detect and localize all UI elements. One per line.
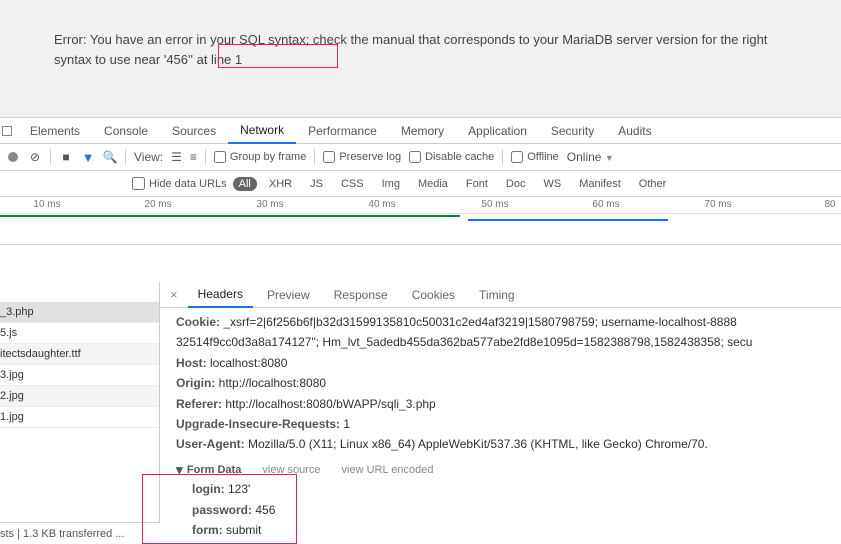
filter-icon[interactable]: ▼ <box>81 150 95 164</box>
form-key-password: password: <box>192 503 252 517</box>
separator <box>50 149 51 165</box>
offline-checkbox[interactable]: Offline <box>511 151 559 163</box>
detail-tab-timing[interactable]: Timing <box>469 282 525 308</box>
view-source-link[interactable]: view source <box>262 464 320 476</box>
view-list-icon[interactable]: ☰ <box>171 150 182 164</box>
header-val-host: localhost:8080 <box>210 356 287 370</box>
timeline-tick: 70 ms <box>704 199 731 210</box>
timeline-tick: 60 ms <box>592 199 619 210</box>
headers-content: Cookie: _xsrf=2|6f256b6f|b32d31599135810… <box>160 308 841 544</box>
header-val-cookie: _xsrf=2|6f256b6f|b32d31599135810c50031c2… <box>223 315 736 329</box>
header-val-uir: 1 <box>343 417 350 431</box>
inspect-icon[interactable] <box>2 126 12 136</box>
search-icon[interactable]: 🔍 <box>103 150 117 164</box>
filter-font[interactable]: Font <box>460 177 494 191</box>
filter-doc[interactable]: Doc <box>500 177 532 191</box>
detail-tab-cookies[interactable]: Cookies <box>402 282 465 308</box>
view-url-encoded-link[interactable]: view URL encoded <box>342 464 434 476</box>
header-key-ua: User-Agent: <box>176 437 245 451</box>
header-val-origin: http://localhost:8080 <box>219 376 326 390</box>
header-key-cookie: Cookie: <box>176 315 220 329</box>
group-by-frame-checkbox[interactable]: Group by frame <box>214 151 306 163</box>
timeline-tick: 50 ms <box>481 199 508 210</box>
clear-icon[interactable]: ⊘ <box>28 150 42 164</box>
record-icon[interactable] <box>6 150 20 164</box>
separator <box>205 149 206 165</box>
request-row[interactable]: 3.jpg <box>0 365 159 386</box>
filter-manifest[interactable]: Manifest <box>573 177 627 191</box>
request-row[interactable]: 2.jpg <box>0 386 159 407</box>
separator <box>502 149 503 165</box>
tab-memory[interactable]: Memory <box>389 118 456 144</box>
camera-icon[interactable]: ■ <box>59 150 73 164</box>
form-key-login: login: <box>192 482 225 496</box>
tab-console[interactable]: Console <box>92 118 160 144</box>
timeline-tick: 10 ms <box>33 199 60 210</box>
filter-media[interactable]: Media <box>412 177 454 191</box>
devtools-main-tabs: Elements Console Sources Network Perform… <box>0 118 841 144</box>
webpage-content: Error: You have an error in your SQL syn… <box>0 0 841 117</box>
view-label: View: <box>134 150 163 164</box>
network-timeline[interactable]: 10 ms 20 ms 30 ms 40 ms 50 ms 60 ms 70 m… <box>0 197 841 245</box>
request-list: _3.php 5.js itectsdaughter.ttf 3.jpg 2.j… <box>0 282 160 544</box>
request-row[interactable]: _3.php <box>0 302 159 323</box>
detail-tabs: × Headers Preview Response Cookies Timin… <box>160 282 841 308</box>
timeline-tick: 30 ms <box>256 199 283 210</box>
tab-network[interactable]: Network <box>228 117 296 144</box>
throttling-select[interactable]: Online ▼ <box>567 150 614 164</box>
request-row[interactable]: 1.jpg <box>0 407 159 428</box>
timeline-bar-dom <box>468 219 668 221</box>
chevron-down-icon: ▶ <box>172 467 187 474</box>
timeline-ruler <box>0 213 841 214</box>
header-val-referer: http://localhost:8080/bWAPP/sqli_3.php <box>225 397 435 411</box>
separator <box>125 149 126 165</box>
form-data-section-header[interactable]: ▶Form Data view source view URL encoded <box>176 455 841 480</box>
preserve-log-checkbox[interactable]: Preserve log <box>323 151 401 163</box>
view-waterfall-icon[interactable]: ≡ <box>190 150 197 164</box>
filter-all[interactable]: All <box>233 177 257 191</box>
timeline-tick: 20 ms <box>144 199 171 210</box>
request-row[interactable]: 5.js <box>0 323 159 344</box>
detail-tab-preview[interactable]: Preview <box>257 282 320 308</box>
header-val-cookie2: 32514f9cc0d3a8a174127"; Hm_lvt_5adedb455… <box>176 335 752 349</box>
network-split-view: _3.php 5.js itectsdaughter.ttf 3.jpg 2.j… <box>0 282 841 544</box>
filter-img[interactable]: Img <box>376 177 406 191</box>
filter-ws[interactable]: WS <box>537 177 567 191</box>
filter-other[interactable]: Other <box>633 177 673 191</box>
header-key-uir: Upgrade-Insecure-Requests: <box>176 417 340 431</box>
tab-elements[interactable]: Elements <box>18 118 92 144</box>
detail-tab-response[interactable]: Response <box>324 282 398 308</box>
tab-audits[interactable]: Audits <box>606 118 663 144</box>
tab-application[interactable]: Application <box>456 118 539 144</box>
timeline-bar-load <box>0 215 460 217</box>
network-toolbar: ⊘ ■ ▼ 🔍 View: ☰ ≡ Group by frame Preserv… <box>0 144 841 171</box>
header-key-referer: Referer: <box>176 397 222 411</box>
form-val-form: submit <box>226 523 261 537</box>
tab-security[interactable]: Security <box>539 118 606 144</box>
filter-xhr[interactable]: XHR <box>263 177 298 191</box>
filter-js[interactable]: JS <box>304 177 329 191</box>
timeline-tick: 80 <box>824 199 835 210</box>
chevron-down-icon: ▼ <box>605 153 614 163</box>
network-status-footer: sts | 1.3 KB transferred ... <box>0 522 160 544</box>
form-val-login: 123' <box>228 482 250 496</box>
header-val-ua: Mozilla/5.0 (X11; Linux x86_64) AppleWeb… <box>248 437 708 451</box>
detail-tab-headers[interactable]: Headers <box>188 281 253 308</box>
timeline-tick: 40 ms <box>368 199 395 210</box>
request-detail-pane: × Headers Preview Response Cookies Timin… <box>160 282 841 544</box>
disable-cache-checkbox[interactable]: Disable cache <box>409 151 494 163</box>
tab-performance[interactable]: Performance <box>296 118 389 144</box>
request-row[interactable]: itectsdaughter.ttf <box>0 344 159 365</box>
form-key-form: form: <box>192 523 223 537</box>
form-val-password: 456 <box>255 503 275 517</box>
filter-css[interactable]: CSS <box>335 177 370 191</box>
tab-sources[interactable]: Sources <box>160 118 228 144</box>
separator <box>314 149 315 165</box>
hide-data-urls-checkbox[interactable]: Hide data URLs <box>132 177 227 190</box>
sql-error-message: Error: You have an error in your SQL syn… <box>54 30 787 69</box>
header-key-origin: Origin: <box>176 376 215 390</box>
close-icon[interactable]: × <box>164 287 184 302</box>
header-key-host: Host: <box>176 356 207 370</box>
network-filter-bar: Hide data URLs All XHR JS CSS Img Media … <box>0 171 841 197</box>
